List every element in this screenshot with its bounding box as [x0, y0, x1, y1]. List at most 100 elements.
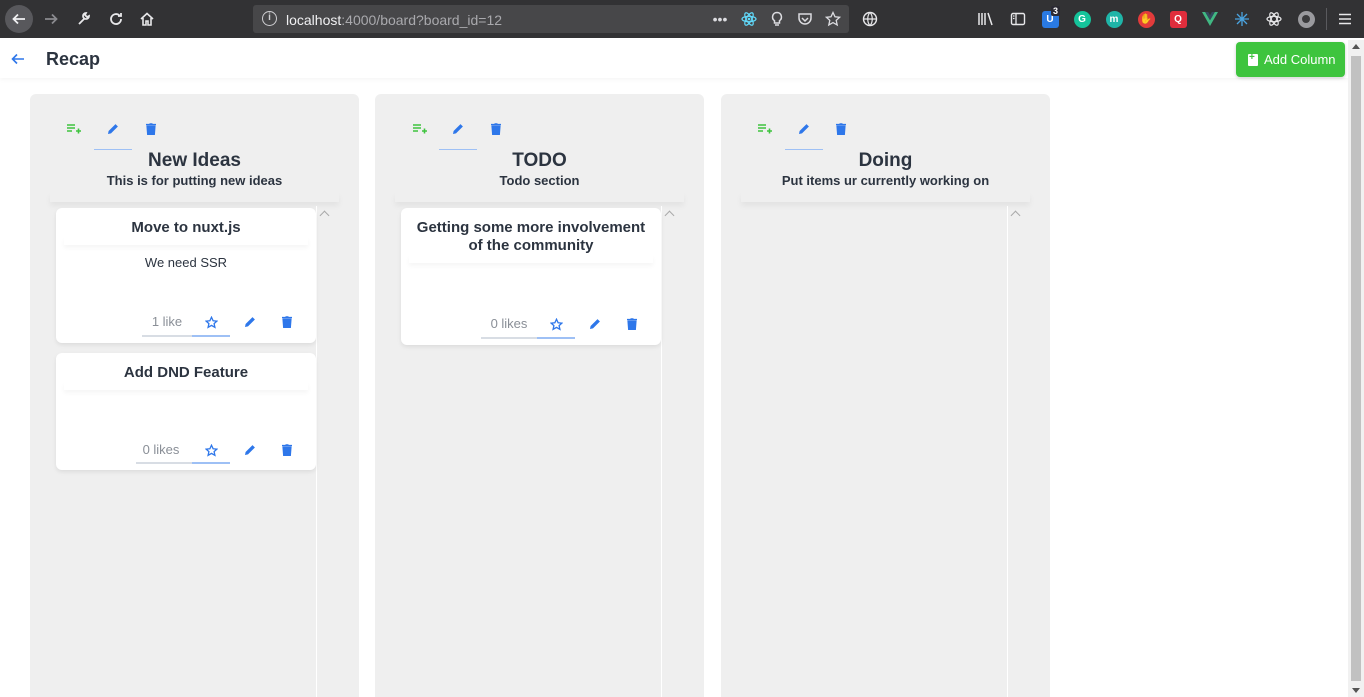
edit-card-button[interactable] [239, 440, 261, 460]
add-card-button[interactable] [55, 120, 93, 150]
browser-home-button[interactable] [133, 5, 161, 33]
browser-toolbar: i localhost:4000/board?board_id=12 ••• U… [0, 0, 1364, 38]
column-actions [30, 114, 359, 150]
record-extension-icon[interactable] [1296, 9, 1316, 29]
pencil-icon [245, 317, 255, 327]
add-card-button[interactable] [746, 120, 784, 150]
card-description [401, 263, 661, 273]
like-count-underline [142, 335, 192, 337]
library-icon[interactable] [976, 9, 996, 29]
arrow-left-icon [11, 53, 24, 65]
toolbar-divider [1326, 8, 1327, 30]
hamburger-menu-icon[interactable] [1335, 9, 1355, 29]
column-title: Doing [858, 150, 913, 171]
column-subtitle: This is for putting new ideas [106, 173, 283, 188]
delete-column-button[interactable] [477, 120, 515, 150]
card-footer: 1 like [56, 305, 316, 343]
delete-card-button[interactable] [621, 314, 643, 334]
column-scrollbar[interactable] [1007, 206, 1024, 697]
browser-tools-button[interactable] [70, 5, 98, 33]
column-scrollbar[interactable] [661, 206, 678, 697]
browser-back-button[interactable] [5, 5, 33, 33]
delete-column-button[interactable] [822, 120, 860, 150]
address-bar[interactable]: i localhost:4000/board?board_id=12 ••• [253, 5, 849, 33]
card-description [56, 390, 316, 400]
adblock-icon[interactable]: ✋ [1136, 9, 1156, 29]
column-header-separator [741, 192, 1030, 202]
ublock-icon[interactable]: U 3 [1040, 6, 1061, 29]
card[interactable]: Add DND Feature 0 likes [56, 353, 316, 470]
playlist-add-icon [67, 124, 81, 134]
trash-icon [146, 123, 156, 135]
chevron-up-icon [664, 210, 675, 221]
column-todo: TODO Todo section Getting some more invo… [375, 94, 704, 697]
like-button[interactable] [545, 314, 567, 334]
like-button[interactable] [200, 312, 222, 332]
scroll-down-arrow-icon[interactable] [1352, 688, 1360, 693]
react-extension-icon[interactable] [1264, 9, 1284, 29]
browser-forward-button[interactable] [37, 5, 65, 33]
add-file-icon [1248, 52, 1258, 66]
delete-column-button[interactable] [132, 120, 170, 150]
pocket-icon[interactable] [796, 11, 814, 27]
like-button[interactable] [200, 440, 222, 460]
add-column-label: Add Column [1264, 52, 1336, 67]
chevron-up-icon [319, 210, 330, 221]
search-extension-icon[interactable]: Q [1168, 9, 1188, 29]
reload-icon [110, 13, 122, 25]
like-button-underline [192, 335, 230, 337]
edit-column-button[interactable] [439, 120, 477, 150]
like-count-underline [481, 337, 537, 339]
trash-icon [836, 123, 846, 135]
card-footer: 0 likes [56, 432, 316, 470]
pencil-icon [453, 124, 463, 134]
like-count: 0 likes [142, 442, 180, 457]
like-count: 1 like [151, 314, 183, 329]
page-actions-icon[interactable]: ••• [711, 11, 729, 27]
pencil-icon [245, 445, 255, 455]
card[interactable]: Getting some more involvement of the com… [401, 208, 661, 345]
site-info-icon[interactable]: i [262, 11, 277, 26]
pencil-icon [590, 319, 600, 329]
column-title: New Ideas [148, 150, 241, 171]
sidebar-icon[interactable] [1008, 9, 1028, 29]
add-column-button[interactable]: Add Column [1236, 42, 1345, 77]
like-button-underline [537, 337, 575, 339]
chevron-up-icon [1010, 210, 1021, 221]
edit-card-button[interactable] [584, 314, 606, 334]
bookmark-star-icon[interactable] [824, 11, 842, 27]
card-title: Move to nuxt.js [131, 219, 241, 236]
like-count: 0 likes [490, 316, 528, 331]
edit-column-button[interactable] [94, 120, 132, 150]
sparkle-extension-icon[interactable] [1232, 9, 1252, 29]
vpn-globe-icon[interactable] [860, 9, 880, 29]
trash-icon [627, 318, 637, 330]
arrow-right-icon [45, 13, 58, 25]
add-card-button[interactable] [401, 120, 439, 150]
delete-card-button[interactable] [276, 440, 298, 460]
like-button-underline [192, 462, 230, 464]
grammarly-icon[interactable]: G [1072, 9, 1092, 29]
edit-column-button[interactable] [785, 120, 823, 150]
playlist-add-icon [413, 124, 427, 134]
card-title: Add DND Feature [123, 364, 249, 381]
page-scrollbar[interactable] [1348, 40, 1364, 697]
vue-devtools-icon[interactable] [1200, 9, 1220, 29]
scrollbar-thumb[interactable] [1351, 56, 1361, 681]
column-scrollbar[interactable] [316, 206, 333, 697]
card[interactable]: Move to nuxt.js We need SSR 1 like [56, 208, 316, 343]
card-title: Getting some more involvement of the com… [416, 219, 646, 254]
mercury-icon[interactable]: m [1104, 9, 1124, 29]
browser-reload-button[interactable] [102, 5, 130, 33]
url-text: localhost:4000/board?board_id=12 [286, 12, 503, 28]
star-outline-icon [204, 443, 218, 457]
edit-card-button[interactable] [239, 312, 261, 332]
scroll-up-arrow-icon[interactable] [1352, 44, 1360, 49]
column-actions [375, 114, 704, 150]
back-button[interactable] [10, 51, 26, 67]
delete-card-button[interactable] [276, 312, 298, 332]
star-outline-icon [549, 317, 563, 331]
card-title-separator [64, 382, 308, 390]
react-devtools-icon[interactable] [740, 11, 758, 27]
lightbulb-icon[interactable] [768, 11, 786, 27]
